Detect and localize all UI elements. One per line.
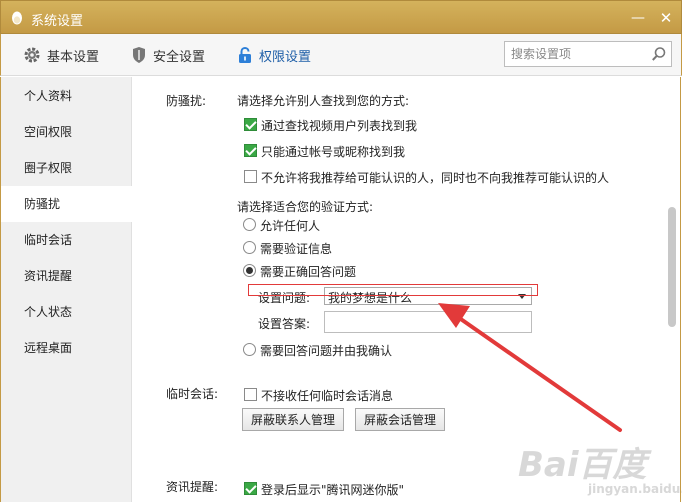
- settings-toolbar: 基本设置 安全设置 权限设置: [0, 34, 682, 76]
- settings-content: 防骚扰: 请选择允许别人查找到您的方式: 通过查找视频用户列表找到我 只能通过帐…: [133, 77, 682, 502]
- blocked-sessions-button[interactable]: 屏蔽会话管理: [355, 408, 446, 431]
- find-by-account-label: 只能通过帐号或昵称找到我: [261, 145, 406, 159]
- tab-permission-settings[interactable]: 权限设置: [237, 44, 311, 66]
- baidu-watermark: Bai百度 jingyan.baidu.com: [518, 437, 682, 496]
- search-input[interactable]: [505, 42, 645, 66]
- sidebar-item-profile[interactable]: 个人资料: [1, 78, 132, 114]
- close-button[interactable]: ✕: [657, 9, 675, 27]
- tab-security-settings[interactable]: 安全设置: [131, 44, 205, 66]
- answer-and-confirm-radio[interactable]: [243, 343, 256, 356]
- reject-temp-chat-label: 不接收任何临时会话消息: [261, 389, 394, 403]
- settings-sidebar: 个人资料 空间权限 圈子权限 防骚扰 临时会话 资讯提醒 个人状态 远程桌面: [0, 77, 132, 502]
- search-box[interactable]: [504, 41, 672, 67]
- tab-label: 权限设置: [259, 49, 312, 65]
- search-icon[interactable]: [651, 46, 667, 62]
- find-by-video-list-label: 通过查找视频用户列表找到我: [261, 119, 418, 133]
- title-bar: 系统设置 — ✕: [0, 0, 682, 34]
- qq-penguin-icon: [12, 11, 22, 25]
- tab-label: 基本设置: [47, 49, 100, 65]
- highlight-annotation-box: [248, 284, 538, 296]
- gear-icon: [24, 47, 40, 63]
- sidebar-item-remote-desktop[interactable]: 远程桌面: [1, 330, 132, 366]
- shield-icon: [133, 47, 145, 63]
- allow-anyone-radio[interactable]: [243, 218, 256, 231]
- no-recommend-label: 不允许将我推荐给可能认识的人，同时也不向我推荐可能认识的人: [261, 171, 610, 185]
- sidebar-item-personal-status[interactable]: 个人状态: [1, 294, 132, 330]
- vertical-scrollbar[interactable]: [668, 207, 676, 327]
- answer-input[interactable]: [324, 311, 532, 333]
- answer-and-confirm-label: 需要回答问题并由我确认: [260, 344, 393, 358]
- verify-method-prompt: 请选择适合您的验证方式:: [237, 200, 374, 214]
- watermark-brand: Bai百度: [518, 445, 647, 485]
- sidebar-item-news-reminder[interactable]: 资讯提醒: [1, 258, 132, 294]
- find-by-account-checkbox[interactable]: [244, 144, 257, 157]
- minimize-button[interactable]: —: [629, 9, 647, 27]
- blocked-contacts-button[interactable]: 屏蔽联系人管理: [242, 408, 345, 431]
- find-method-prompt: 请选择允许别人查找到您的方式:: [237, 94, 410, 108]
- sidebar-item-space-permission[interactable]: 空间权限: [1, 114, 132, 150]
- need-answer-question-label: 需要正确回答问题: [260, 265, 357, 279]
- section-label-news: 资讯提醒:: [166, 480, 219, 494]
- show-mini-news-checkbox[interactable]: [244, 482, 257, 495]
- sidebar-item-anti-harassment[interactable]: 防骚扰: [1, 186, 132, 222]
- need-verify-info-label: 需要验证信息: [260, 242, 333, 256]
- window-title: 系统设置: [31, 14, 84, 29]
- section-label-temp-chat: 临时会话:: [166, 387, 219, 401]
- need-verify-info-radio[interactable]: [243, 241, 256, 254]
- no-recommend-checkbox[interactable]: [244, 170, 257, 183]
- tab-basic-settings[interactable]: 基本设置: [23, 44, 99, 66]
- lock-icon: [239, 46, 251, 63]
- allow-anyone-label: 允许任何人: [260, 219, 321, 233]
- show-mini-news-label: 登录后显示"腾讯网迷你版": [261, 483, 405, 497]
- tab-label: 安全设置: [153, 49, 206, 65]
- sidebar-item-circle-permission[interactable]: 圈子权限: [1, 150, 132, 186]
- section-label-anti-harassment: 防骚扰:: [166, 94, 207, 108]
- watermark-sub: jingyan.baidu.com: [588, 482, 682, 496]
- sidebar-item-temp-chat[interactable]: 临时会话: [1, 222, 132, 258]
- find-by-video-list-checkbox[interactable]: [244, 118, 257, 131]
- reject-temp-chat-checkbox[interactable]: [244, 388, 257, 401]
- need-answer-question-radio[interactable]: [243, 264, 256, 277]
- answer-label: 设置答案:: [258, 317, 311, 331]
